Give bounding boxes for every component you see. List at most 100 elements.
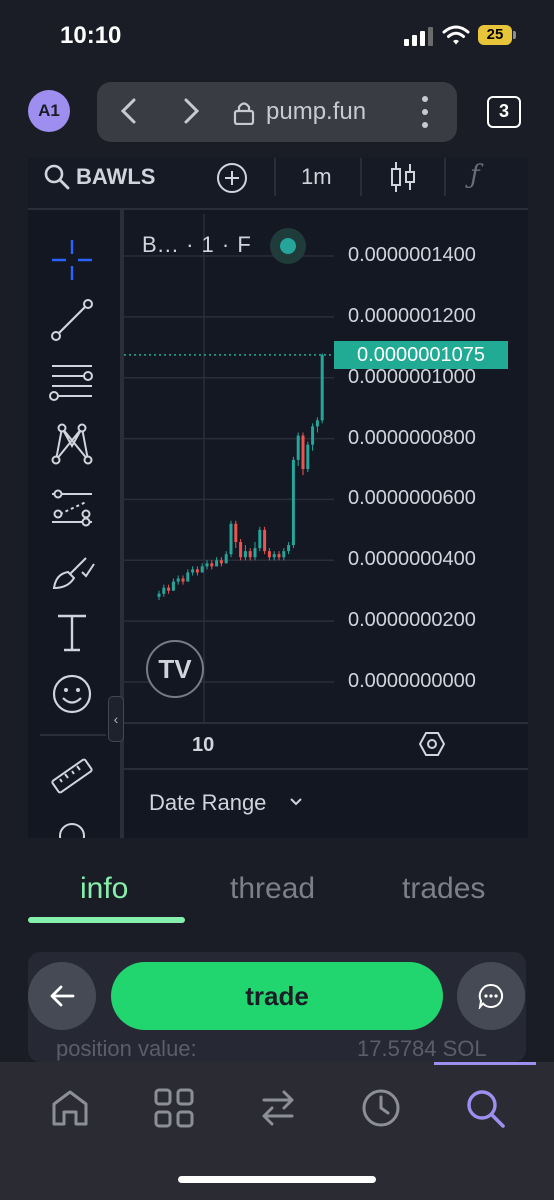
history-clock-icon[interactable] bbox=[359, 1086, 403, 1130]
wifi-icon bbox=[442, 25, 470, 45]
tab-info[interactable]: info bbox=[80, 872, 128, 906]
indicators-icon[interactable]: ƒ bbox=[470, 160, 496, 194]
search-icon[interactable] bbox=[44, 164, 70, 190]
toolbar-divider bbox=[40, 734, 106, 736]
candle-body bbox=[306, 444, 310, 469]
candle-body bbox=[272, 554, 276, 558]
candle-body bbox=[258, 529, 262, 549]
battery-icon: 25 bbox=[478, 25, 512, 45]
status-time: 10:10 bbox=[60, 22, 122, 49]
candle-body bbox=[176, 578, 180, 582]
hexagon-settings-icon[interactable] bbox=[418, 730, 446, 758]
tab-switcher-button[interactable]: 3 bbox=[487, 96, 521, 128]
toolbar-separator bbox=[274, 158, 276, 196]
collapse-toolbar-button[interactable]: ‹ bbox=[108, 696, 124, 742]
emoji-icon[interactable] bbox=[48, 670, 96, 718]
candle-body bbox=[282, 551, 286, 558]
candle-body bbox=[296, 435, 300, 460]
y-tick-label: 0.0000000600 bbox=[348, 487, 476, 510]
y-tick-label: 0.0000001400 bbox=[348, 244, 476, 266]
swap-icon[interactable] bbox=[256, 1086, 300, 1130]
candle-body bbox=[219, 560, 223, 564]
candle-body bbox=[243, 551, 247, 558]
last-price-label: 0.0000001075 bbox=[334, 341, 508, 369]
battery-cap bbox=[513, 31, 516, 39]
pattern-icon[interactable] bbox=[48, 420, 96, 468]
trade-button[interactable]: trade bbox=[111, 962, 443, 1030]
forecast-icon[interactable] bbox=[48, 484, 96, 532]
time-axis[interactable] bbox=[124, 722, 528, 768]
market-status-icon[interactable] bbox=[270, 228, 306, 264]
date-range-button[interactable]: Date Range bbox=[149, 790, 266, 816]
y-tick-label: 0.0000001000 bbox=[348, 365, 476, 388]
search-nav-icon[interactable] bbox=[463, 1086, 507, 1130]
y-tick-label: 0.0000000400 bbox=[348, 548, 476, 571]
home-indicator bbox=[178, 1176, 376, 1183]
crosshair-icon[interactable] bbox=[48, 236, 96, 284]
candle-body bbox=[215, 560, 219, 567]
fib-retracement-icon[interactable] bbox=[48, 358, 96, 406]
x-tick-label: 10 bbox=[192, 734, 215, 756]
candle-body bbox=[181, 578, 185, 582]
candle-body bbox=[267, 551, 271, 558]
grid-icon[interactable] bbox=[152, 1086, 196, 1130]
candle-body bbox=[301, 435, 305, 469]
candle-body bbox=[277, 554, 281, 558]
compare-add-icon[interactable] bbox=[216, 162, 248, 194]
candle-body bbox=[195, 569, 199, 573]
candle-body bbox=[229, 523, 233, 555]
y-tick-label: 0.0000001200 bbox=[348, 304, 476, 327]
trend-line-icon[interactable] bbox=[48, 296, 96, 344]
candle-body bbox=[186, 572, 190, 582]
forward-chevron-icon[interactable] bbox=[180, 97, 202, 125]
tab-trades[interactable]: trades bbox=[402, 872, 485, 906]
candle-body bbox=[167, 587, 171, 591]
back-chevron-icon[interactable] bbox=[118, 97, 140, 125]
interval-selector[interactable]: 1m bbox=[301, 164, 332, 190]
text-icon[interactable] bbox=[48, 608, 96, 656]
candle-body bbox=[291, 459, 295, 546]
candle-body bbox=[210, 563, 214, 567]
toolbar-separator bbox=[360, 158, 362, 196]
active-tab-indicator bbox=[28, 917, 185, 923]
candle-body bbox=[205, 563, 209, 567]
candle-body bbox=[248, 551, 252, 558]
signal-icon bbox=[404, 26, 434, 46]
position-value: 17.5784 SOL bbox=[357, 1036, 487, 1061]
arrow-left-icon bbox=[50, 985, 75, 1007]
chat-button[interactable] bbox=[457, 962, 525, 1030]
lock-icon bbox=[233, 102, 255, 125]
y-tick-label: 0.0000000200 bbox=[348, 609, 476, 632]
chart-legend[interactable]: B... · 1 · F bbox=[142, 232, 252, 258]
candle-body bbox=[162, 587, 166, 594]
candle-body bbox=[234, 523, 238, 543]
candle-body bbox=[315, 420, 319, 427]
active-nav-indicator bbox=[434, 1062, 536, 1065]
home-icon[interactable] bbox=[48, 1086, 92, 1130]
candle-body bbox=[311, 426, 315, 445]
symbol-search[interactable]: BAWLS bbox=[76, 164, 155, 190]
candle-body bbox=[253, 548, 257, 558]
candle-body bbox=[224, 554, 228, 564]
candles-icon[interactable] bbox=[389, 160, 417, 194]
ruler-icon[interactable] bbox=[48, 752, 96, 800]
candle-body bbox=[287, 545, 291, 552]
back-button[interactable] bbox=[28, 962, 96, 1030]
profile-avatar[interactable]: A1 bbox=[28, 90, 70, 132]
tradingview-logo[interactable]: TV bbox=[146, 640, 204, 698]
toolbar-separator bbox=[444, 158, 446, 196]
candle-body bbox=[191, 569, 195, 573]
brush-icon[interactable] bbox=[48, 548, 96, 596]
candle-body bbox=[320, 354, 324, 421]
magnet-icon[interactable] bbox=[48, 812, 96, 838]
tab-thread[interactable]: thread bbox=[230, 872, 315, 906]
candle-body bbox=[200, 566, 204, 573]
position-label: position value: bbox=[56, 1036, 197, 1061]
url-text[interactable]: pump.fun bbox=[266, 98, 366, 126]
more-menu-icon[interactable] bbox=[420, 96, 430, 128]
candle-body bbox=[263, 529, 267, 552]
candle-body bbox=[171, 581, 175, 591]
chevron-down-icon[interactable] bbox=[288, 794, 304, 810]
candle-body bbox=[239, 542, 243, 558]
y-tick-label: 0.0000000800 bbox=[348, 426, 476, 449]
